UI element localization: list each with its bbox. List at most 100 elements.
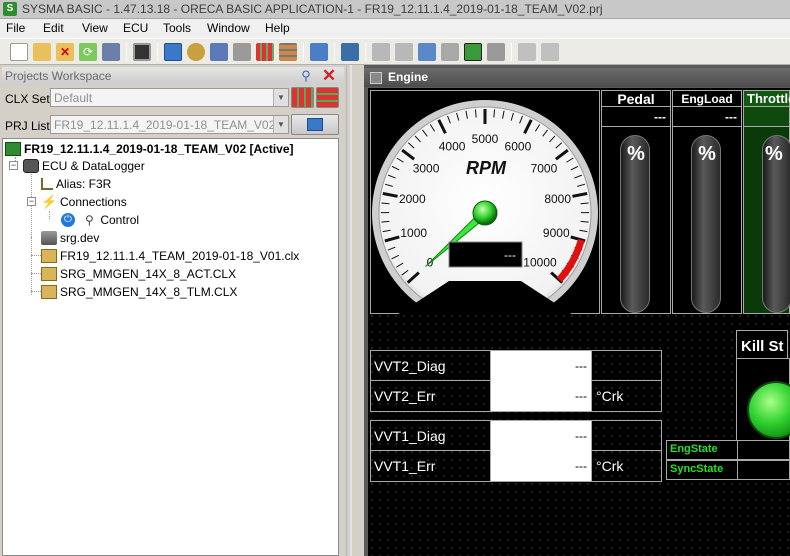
chart-icon[interactable] — [518, 43, 536, 61]
panel-splitter[interactable] — [346, 65, 364, 556]
network-icon[interactable] — [341, 43, 359, 61]
throttle-bar-title: Throttle — [744, 91, 790, 107]
clx-set-value: Default — [54, 91, 93, 105]
prj-list-select[interactable]: FR19_12.11.1.4_2019-01-18_TEAM_V02 ▼ — [50, 115, 289, 134]
clx-file-icon — [41, 248, 57, 263]
vvt1-diag-label: VVT1_Diag — [371, 421, 491, 451]
menu-view[interactable]: View — [82, 21, 108, 35]
pedal-bar: Pedal --- % — [601, 90, 671, 314]
tree-node-dev[interactable]: srg.dev — [41, 230, 99, 246]
menu-window[interactable]: Window — [207, 21, 250, 35]
tree-node-alias[interactable]: Alias: F3R — [41, 176, 111, 192]
gauge-tick-label: 5000 — [472, 132, 499, 146]
disk-icon[interactable] — [233, 43, 251, 61]
chart-alt-icon[interactable] — [541, 43, 559, 61]
clx-add-button[interactable] — [291, 87, 314, 108]
new-file-icon[interactable] — [10, 43, 28, 61]
layout-list-icon[interactable] — [395, 43, 413, 61]
gauge-tick-label: 10000 — [523, 256, 557, 270]
tree-node-clx1[interactable]: FR19_12.11.1.4_TEAM_2019-01-18_V01.clx — [41, 248, 299, 264]
hierarchy-alt-icon[interactable] — [441, 43, 459, 61]
tree-root-project[interactable]: FR19_12.11.1.4_2019-01-18_TEAM_V02 [Acti… — [5, 141, 294, 157]
menu-edit[interactable]: Edit — [43, 21, 64, 35]
gauge-tick-label: 2000 — [399, 192, 426, 206]
monitor-icon[interactable] — [133, 43, 151, 61]
tree-node-connections[interactable]: ⚡ Connections — [41, 194, 127, 210]
throttle-bar-value — [744, 107, 789, 127]
rpm-gauge: 0100020003000400050006000700080009000100… — [372, 100, 598, 326]
vvt2-table: VVT2_Diag --- VVT2_Err --- °Crk — [370, 350, 662, 412]
menu-help[interactable]: Help — [265, 21, 290, 35]
tree-node-control[interactable]: ⏻ ⚲ Control — [61, 212, 139, 228]
plug-icon: ⚡ — [41, 193, 58, 209]
engload-bar-value: --- — [673, 107, 741, 127]
pin-icon[interactable]: ⚲ — [299, 68, 313, 84]
engine-window-title: Engine — [388, 70, 429, 84]
vvt1-err-row: VVT1_Err --- °Crk — [371, 451, 661, 481]
vvt1-err-label: VVT1_Err — [371, 451, 491, 481]
kill-switch-label: Kill St — [741, 338, 784, 355]
chevron-down-icon[interactable]: ▼ — [273, 89, 288, 106]
prj-settings-button[interactable] — [291, 114, 339, 135]
project-gear-icon — [307, 118, 323, 131]
kill-switch-led[interactable] — [747, 381, 790, 439]
kill-switch-panel — [736, 358, 790, 448]
maximize-icon[interactable] — [464, 43, 482, 61]
device-icon — [41, 230, 57, 245]
projects-workspace: Projects Workspace ⚲ ✕ CLX Set: Default … — [0, 65, 346, 556]
grid-multi-icon[interactable] — [279, 43, 297, 61]
vvt1-err-unit: °Crk — [591, 451, 661, 481]
vvt2-diag-label: VVT2_Diag — [371, 351, 491, 381]
export-icon[interactable] — [310, 43, 328, 61]
save-icon[interactable] — [102, 43, 120, 61]
gauge-tick-label: 3000 — [413, 161, 440, 175]
prj-list-value: FR19_12.11.1.4_2019-01-18_TEAM_V02 — [54, 118, 276, 132]
engine-window: Engine 1000 2000 3000 4000 5000 6000 700… — [364, 65, 790, 556]
tool-icon[interactable] — [210, 43, 228, 61]
menu-file[interactable]: File — [6, 21, 25, 35]
window-icon — [370, 72, 382, 84]
collapse-toggle[interactable]: − — [9, 161, 18, 170]
splitter-grip — [350, 65, 352, 556]
gauge-tick-label: 7000 — [531, 161, 558, 175]
menu-tools[interactable]: Tools — [163, 21, 191, 35]
close-icon[interactable]: ✕ — [320, 67, 338, 85]
tree-node-clx2[interactable]: SRG_MMGEN_14X_8_ACT.CLX — [41, 266, 236, 282]
throttle-bar: Throttle % — [743, 90, 790, 314]
gauge-tick-label: 1000 — [400, 226, 427, 240]
clx-grid-button[interactable] — [316, 87, 339, 108]
chevron-down-icon[interactable]: ▼ — [273, 116, 288, 133]
pedal-bar-unit: % — [627, 143, 645, 165]
clx-file-icon — [41, 284, 57, 299]
vvt1-diag-unit — [591, 421, 661, 451]
vvt1-err-value: --- — [491, 451, 591, 481]
engload-bar-title: EngLoad — [673, 91, 741, 107]
clx-file-icon — [41, 266, 57, 281]
gauge-knob — [472, 200, 498, 226]
engine-window-header[interactable]: Engine — [364, 68, 790, 87]
refresh-icon[interactable]: ⟳ — [79, 43, 97, 61]
grid-red-icon[interactable] — [256, 43, 274, 61]
gauge-readout: --- — [504, 248, 516, 262]
engload-bar: EngLoad --- % — [672, 90, 742, 314]
collapse-toggle[interactable]: − — [27, 197, 36, 206]
cube-blue-icon[interactable] — [164, 43, 182, 61]
gauge-minor-tick — [580, 220, 589, 223]
tree-node-ecu[interactable]: ECU & DataLogger — [23, 158, 145, 174]
pedal-bar-value: --- — [602, 107, 670, 127]
settings-gear-icon[interactable] — [187, 43, 205, 61]
vvt1-diag-value: --- — [491, 421, 591, 451]
open-folder-icon[interactable] — [33, 43, 51, 61]
ecu-icon — [23, 158, 39, 173]
delete-icon[interactable]: ✕ — [56, 43, 74, 61]
prj-list-label: PRJ List: — [5, 119, 54, 133]
vvt2-diag-row: VVT2_Diag --- — [371, 351, 661, 381]
project-tree[interactable]: FR19_12.11.1.4_2019-01-18_TEAM_V02 [Acti… — [2, 138, 339, 556]
app-icon: S — [3, 2, 17, 16]
menu-ecu[interactable]: ECU — [123, 21, 148, 35]
hierarchy-icon[interactable] — [418, 43, 436, 61]
restore-icon[interactable] — [487, 43, 505, 61]
layout-grid-icon[interactable] — [372, 43, 390, 61]
clx-set-select[interactable]: Default ▼ — [50, 88, 289, 107]
tree-node-clx3[interactable]: SRG_MMGEN_14X_8_TLM.CLX — [41, 284, 237, 300]
